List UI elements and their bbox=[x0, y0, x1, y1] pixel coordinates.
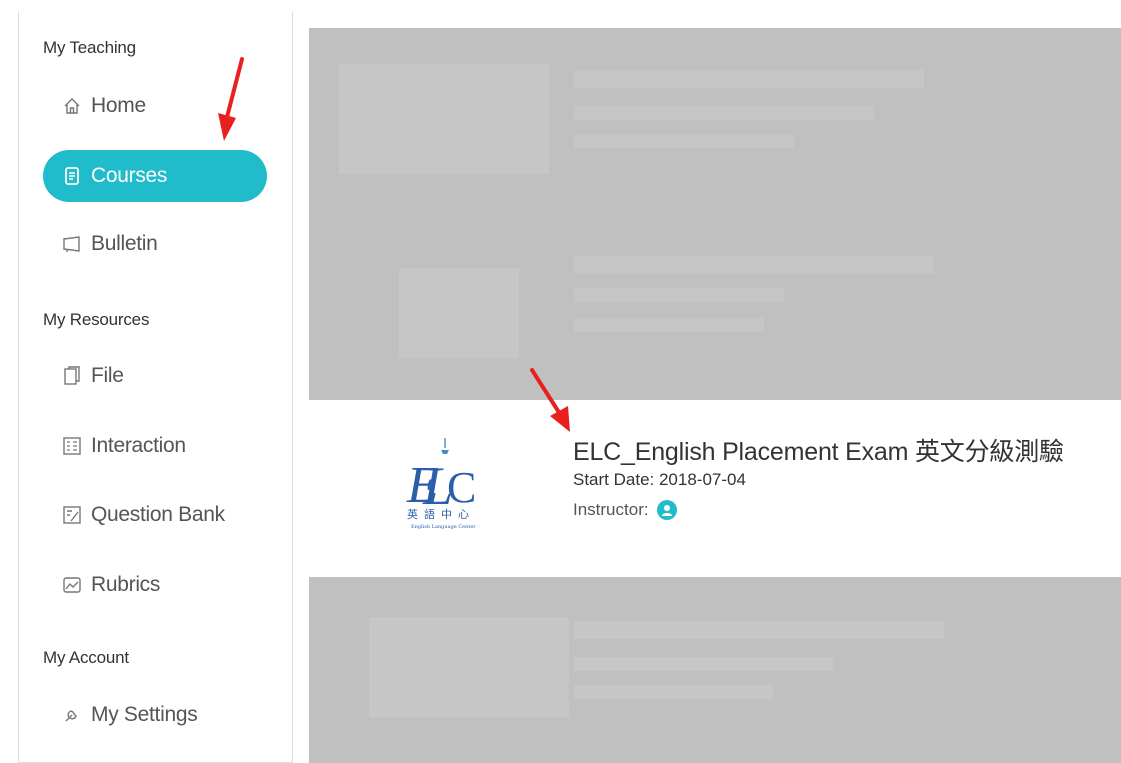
course-card[interactable]: E L C 英語中心 English Language Center ELC_E… bbox=[309, 400, 1121, 577]
sidebar: My Teaching Home Courses Bulletin My Res… bbox=[18, 12, 293, 763]
courses-icon bbox=[61, 165, 83, 187]
sidebar-item-label: Bulletin bbox=[91, 232, 158, 255]
ghost-course-thumb bbox=[369, 617, 569, 717]
sidebar-item-interaction[interactable]: Interaction bbox=[43, 420, 267, 472]
ghost-course-text bbox=[574, 685, 774, 699]
sidebar-item-label: Question Bank bbox=[91, 503, 225, 526]
ghost-course-text bbox=[574, 621, 944, 639]
logo-lettering: C bbox=[447, 463, 476, 512]
sidebar-item-label: Courses bbox=[91, 164, 168, 187]
section-title-my-account: My Account bbox=[43, 648, 129, 667]
course-title[interactable]: ELC_English Placement Exam 英文分級測驗 bbox=[573, 432, 1064, 468]
logo-chinese-text: 英語中心 bbox=[407, 507, 475, 521]
sidebar-item-label: Interaction bbox=[91, 434, 186, 457]
annotation-arrow-courses bbox=[218, 57, 244, 141]
ghost-course-text bbox=[574, 106, 874, 120]
dimmed-course-list-top bbox=[309, 28, 1121, 400]
sidebar-item-label: My Settings bbox=[91, 703, 198, 726]
question-bank-icon bbox=[61, 504, 83, 526]
ghost-course-text bbox=[574, 256, 934, 274]
ghost-course-text bbox=[574, 288, 784, 302]
ghost-course-text bbox=[574, 134, 794, 148]
ghost-course-text bbox=[574, 657, 834, 671]
sidebar-item-rubrics[interactable]: Rubrics bbox=[43, 559, 267, 611]
course-start-date: Start Date: 2018-07-04 bbox=[573, 470, 746, 489]
settings-icon bbox=[61, 704, 83, 726]
sidebar-item-label: Home bbox=[91, 94, 146, 117]
home-icon bbox=[61, 95, 83, 117]
sidebar-item-file[interactable]: File bbox=[43, 350, 267, 402]
ghost-course-text bbox=[574, 70, 924, 88]
interaction-icon bbox=[61, 435, 83, 457]
sidebar-item-question-bank[interactable]: Question Bank bbox=[43, 489, 267, 541]
instructor-avatar-icon[interactable] bbox=[656, 500, 677, 520]
instructor-label: Instructor: bbox=[573, 500, 649, 519]
content-gutter bbox=[293, 0, 309, 763]
elc-logo: E L C 英語中心 English Language Center bbox=[405, 438, 485, 530]
bulletin-icon bbox=[61, 233, 83, 255]
sidebar-item-my-settings[interactable]: My Settings bbox=[43, 689, 267, 741]
ghost-course-thumb bbox=[339, 64, 549, 174]
ghost-course-thumb bbox=[399, 268, 519, 358]
rubrics-icon bbox=[61, 574, 83, 596]
file-icon bbox=[61, 365, 83, 387]
annotation-arrow-course-title bbox=[530, 368, 570, 432]
course-instructor: Instructor: bbox=[573, 500, 677, 520]
sidebar-item-label: File bbox=[91, 364, 124, 387]
dimmed-course-list-bottom bbox=[309, 577, 1121, 763]
section-title-my-teaching: My Teaching bbox=[43, 38, 136, 57]
logo-subtitle: English Language Center bbox=[411, 524, 476, 530]
section-title-my-resources: My Resources bbox=[43, 310, 150, 329]
sidebar-item-bulletin[interactable]: Bulletin bbox=[43, 218, 267, 270]
sidebar-item-label: Rubrics bbox=[91, 573, 161, 596]
sidebar-item-courses[interactable]: Courses bbox=[43, 150, 267, 202]
ghost-course-text bbox=[574, 318, 764, 332]
